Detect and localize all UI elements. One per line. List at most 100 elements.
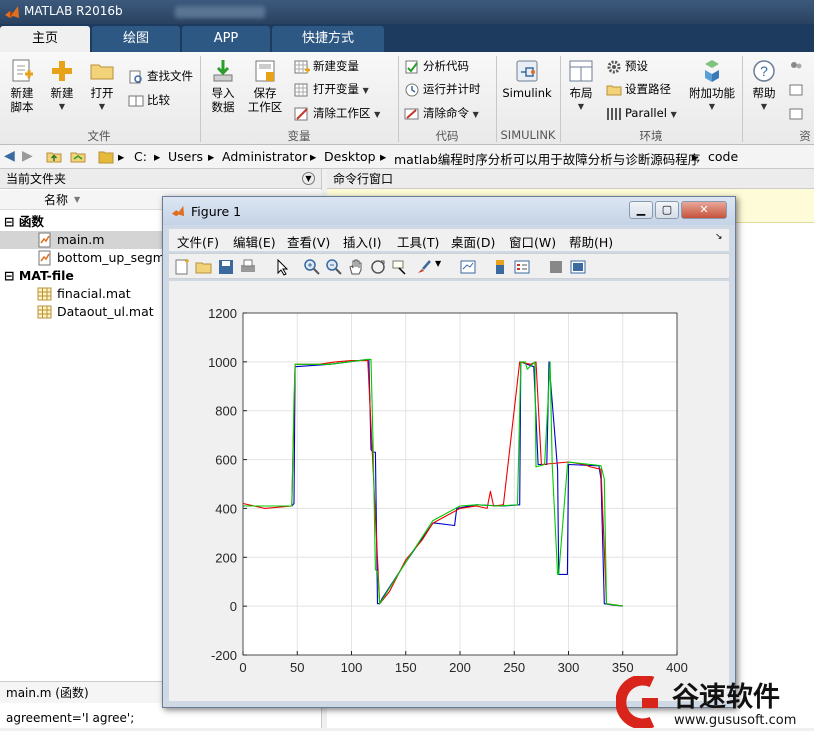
run-and-time-icon (405, 83, 419, 96)
breadcrumb-item[interactable]: Desktop (324, 149, 376, 164)
new-button[interactable]: 新建 ▼ (46, 58, 78, 114)
tab-plots[interactable]: 绘图 (92, 26, 180, 52)
browse-folder-icon[interactable] (70, 149, 86, 165)
ribbon: 新建 脚本 新建 ▼ 打开 ▼ 查找文件 比较 文件 导入 数据 保存 工作区 … (0, 52, 814, 145)
save-icon[interactable] (217, 258, 235, 276)
group-label-code: 代码 (435, 129, 459, 143)
show-plot-tools-icon[interactable] (569, 258, 587, 276)
zoom-in-icon[interactable] (303, 258, 321, 276)
x-tick-label: 50 (290, 660, 304, 675)
pointer-icon[interactable] (273, 258, 291, 276)
analyze-code-button[interactable]: 分析代码 (404, 56, 469, 76)
clear-workspace-button[interactable]: 清除工作区 ▼ (294, 103, 380, 123)
minimize-button[interactable]: ▁ (629, 201, 653, 219)
menu-view[interactable]: 查看(V) (287, 232, 330, 251)
menu-file[interactable]: 文件(F) (177, 232, 219, 251)
menu-insert[interactable]: 插入(I) (343, 232, 381, 251)
find-files-button[interactable]: 查找文件 (128, 66, 193, 86)
menu-edit[interactable]: 编辑(E) (233, 232, 276, 251)
support-icon (789, 84, 803, 95)
tab-apps[interactable]: APP (182, 26, 270, 52)
community-icon-button[interactable] (788, 56, 807, 76)
clear-commands-button[interactable]: 清除命令 ▼ (404, 103, 479, 123)
open-variable-icon (294, 83, 308, 96)
save-workspace-button[interactable]: 保存 工作区 (246, 58, 284, 114)
maximize-button[interactable]: ▢ (655, 201, 679, 219)
collapse-icon[interactable]: ⊟ (4, 268, 14, 283)
address-bar: ◀ ▶ ▸ C: ▸ Users ▸ Administrator ▸ Deskt… (0, 145, 814, 169)
ribbon-tab-strip: 主页 绘图 APP 快捷方式 (0, 24, 814, 52)
up-folder-icon[interactable] (46, 149, 62, 165)
menu-tools[interactable]: 工具(T) (397, 232, 439, 251)
add-ons-button[interactable]: 附加功能 ▼ (688, 58, 736, 114)
collapse-icon[interactable]: ⊟ (4, 214, 14, 229)
panel-menu-icon[interactable]: ▼ (302, 172, 315, 185)
group-separator (560, 56, 561, 142)
brush-icon[interactable] (415, 258, 433, 276)
x-tick-label: 250 (503, 660, 525, 675)
line-plot[interactable]: 0 50 100 150 200 250 300 350 400 -20002004006008… (169, 281, 729, 701)
print-icon[interactable] (239, 258, 257, 276)
save-workspace-icon (255, 60, 275, 82)
tree-section-functions[interactable]: ⊟ 函数 (4, 213, 44, 231)
open-variable-button[interactable]: 打开变量 ▼ (294, 79, 369, 99)
new-variable-icon (294, 60, 310, 73)
new-variable-button[interactable]: 新建变量 (294, 56, 359, 76)
forward-arrow-icon[interactable]: ▶ (22, 148, 33, 164)
x-tick-label: 150 (395, 660, 417, 675)
simulink-button[interactable]: Simulink (502, 58, 552, 100)
back-arrow-icon[interactable]: ◀ (4, 148, 15, 164)
figure-title: Figure 1 (191, 204, 242, 219)
preferences-button[interactable]: 预设 (606, 56, 648, 76)
dock-arrow-icon[interactable]: ↘ (715, 232, 723, 242)
new-figure-icon[interactable] (173, 258, 191, 276)
rotate-3d-icon[interactable] (369, 258, 387, 276)
link-plot-icon[interactable] (459, 258, 477, 276)
help-icon: ? (753, 60, 775, 82)
menu-desktop[interactable]: 桌面(D) (451, 232, 495, 251)
run-and-time-button[interactable]: 运行并计时 (404, 79, 481, 99)
tab-home[interactable]: 主页 (0, 26, 90, 52)
data-cursor-icon[interactable] (391, 258, 409, 276)
breadcrumb-item[interactable]: C: (134, 149, 147, 164)
open-button[interactable]: 打开 ▼ (86, 58, 118, 114)
colorbar-icon[interactable] (491, 258, 509, 276)
tree-section-mat-files[interactable]: ⊟ MAT-file (4, 267, 74, 285)
zoom-out-icon[interactable] (325, 258, 343, 276)
tab-shortcuts[interactable]: 快捷方式 (272, 26, 384, 52)
breadcrumb-item[interactable]: code (708, 149, 738, 164)
breadcrumb-item[interactable]: Administrator (222, 149, 307, 164)
learn-matlab-button[interactable] (788, 103, 807, 123)
close-button[interactable]: ✕ (681, 201, 727, 219)
legend-icon[interactable] (513, 258, 531, 276)
breadcrumb-item[interactable]: Users (168, 149, 203, 164)
folder-path-icon (606, 85, 622, 95)
parallel-button[interactable]: Parallel ▼ (606, 103, 677, 123)
x-tick-label: 350 (612, 660, 634, 675)
x-tick-label: 400 (666, 660, 688, 675)
group-label-simulink: SIMULINK (500, 128, 556, 142)
code-preview: agreement='I agree'; (6, 711, 135, 725)
y-tick-label: 800 (215, 404, 237, 419)
simulink-icon (516, 60, 538, 82)
breadcrumb-sep: ▸ (692, 149, 699, 164)
request-support-button[interactable] (788, 79, 807, 99)
compare-button[interactable]: 比较 (128, 90, 170, 110)
help-button[interactable]: ? 帮助 ▼ (748, 58, 780, 114)
hide-plot-tools-icon[interactable] (547, 258, 565, 276)
brush-dropdown-icon[interactable]: ▼ (435, 259, 453, 277)
new-script-button[interactable]: 新建 脚本 (4, 58, 40, 114)
pan-hand-icon[interactable] (347, 258, 365, 276)
menu-window[interactable]: 窗口(W) (509, 232, 556, 251)
layout-button[interactable]: 布局 ▼ (566, 58, 596, 114)
menu-help[interactable]: 帮助(H) (569, 232, 613, 251)
add-ons-icon (705, 60, 719, 82)
current-folder-header: 当前文件夹 ▼ (0, 169, 321, 189)
set-path-button[interactable]: 设置路径 (606, 79, 671, 99)
breadcrumb-item[interactable]: matlab编程时序分析可以用于故障分析与诊断源码程序 (394, 149, 700, 168)
group-separator (398, 56, 399, 142)
open-file-icon[interactable] (195, 258, 213, 276)
figure-canvas: 0 50 100 150 200 250 300 350 400 -200 0 200 400 600 8… (169, 281, 729, 701)
import-data-button[interactable]: 导入 数据 (206, 58, 240, 114)
layout-icon (569, 60, 593, 82)
